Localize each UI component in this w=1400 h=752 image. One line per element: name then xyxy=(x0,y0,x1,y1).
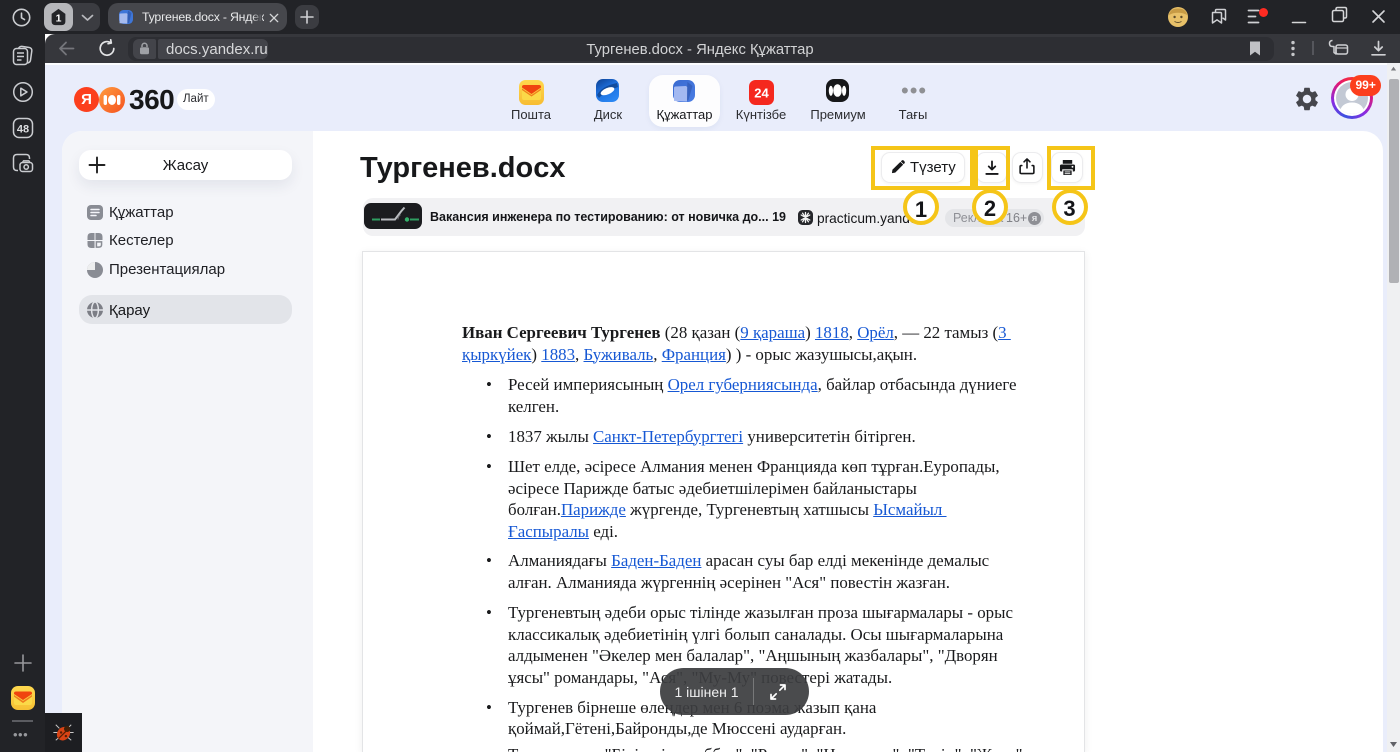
svg-text:1: 1 xyxy=(56,12,62,24)
svg-text:48: 48 xyxy=(17,123,29,135)
svg-text:24: 24 xyxy=(754,86,769,101)
